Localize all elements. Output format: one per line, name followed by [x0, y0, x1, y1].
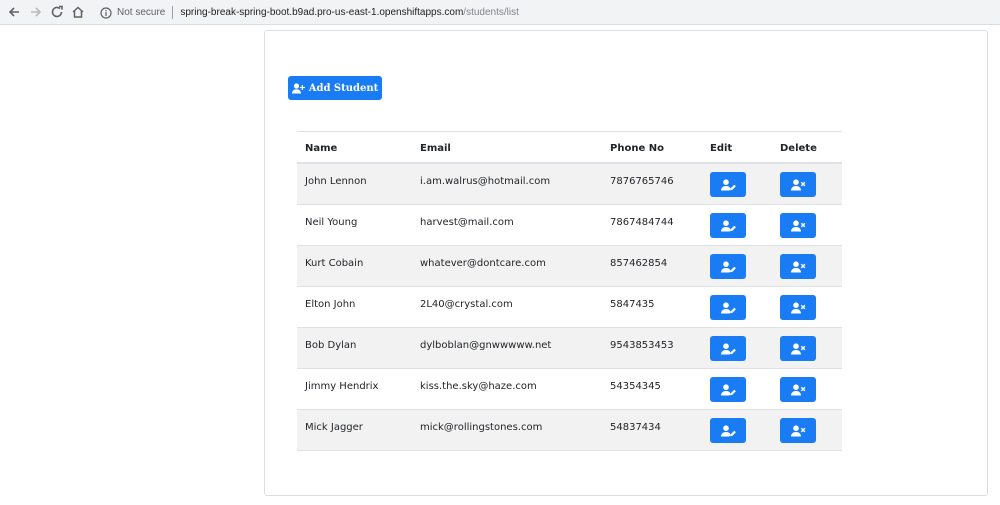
user-remove-icon	[790, 301, 805, 313]
table-body: John Lennon i.am.walrus@hotmail.com 7876…	[297, 164, 842, 451]
table-row: Jimmy Hendrix kiss.the.sky@haze.com 5435…	[297, 369, 842, 410]
cell-name: Neil Young	[305, 217, 358, 228]
cell-email: harvest@mail.com	[420, 217, 514, 228]
user-edit-icon	[720, 260, 736, 272]
cell-email: 2L40@crystal.com	[420, 299, 513, 310]
delete-button[interactable]	[780, 172, 816, 197]
user-remove-icon	[790, 178, 805, 190]
user-remove-icon	[790, 342, 805, 354]
user-edit-icon	[720, 301, 736, 313]
cell-phone: 54354345	[610, 381, 661, 392]
delete-button[interactable]	[780, 377, 816, 402]
table-row: Bob Dylan dylboblan@gnwwwww.net 95438534…	[297, 328, 842, 369]
user-edit-icon	[720, 424, 736, 436]
add-student-button[interactable]: Add Student	[288, 76, 382, 100]
url-text[interactable]: spring-break-spring-boot.b9ad.pro-us-eas…	[180, 7, 519, 18]
cell-phone: 5847435	[610, 299, 655, 310]
delete-button[interactable]	[780, 336, 816, 361]
cell-name: Bob Dylan	[305, 340, 357, 351]
delete-button[interactable]	[780, 254, 816, 279]
forward-arrow-icon[interactable]	[28, 4, 44, 20]
user-edit-icon	[720, 342, 736, 354]
delete-button[interactable]	[780, 213, 816, 238]
table-header: Name Email Phone No Edit Delete	[297, 131, 842, 164]
delete-button[interactable]	[780, 418, 816, 443]
edit-button[interactable]	[710, 336, 746, 361]
cell-name: Elton John	[305, 299, 356, 310]
user-remove-icon	[790, 260, 805, 272]
browser-toolbar: Not secure spring-break-spring-boot.b9ad…	[0, 0, 1000, 25]
edit-button[interactable]	[710, 418, 746, 443]
back-arrow-icon[interactable]	[6, 4, 22, 20]
cell-phone: 7876765746	[610, 176, 674, 187]
cell-email: whatever@dontcare.com	[420, 258, 546, 269]
user-remove-icon	[790, 219, 805, 231]
user-remove-icon	[790, 424, 805, 436]
edit-button[interactable]	[710, 254, 746, 279]
delete-button[interactable]	[780, 295, 816, 320]
reload-icon[interactable]	[49, 4, 65, 20]
cell-email: mick@rollingstones.com	[420, 422, 543, 433]
table-row: Kurt Cobain whatever@dontcare.com 857462…	[297, 246, 842, 287]
cell-email: dylboblan@gnwwwww.net	[420, 340, 552, 351]
home-icon[interactable]	[70, 4, 86, 20]
user-edit-icon	[720, 383, 736, 395]
table-row: Elton John 2L40@crystal.com 5847435	[297, 287, 842, 328]
omnibox-divider	[172, 6, 174, 19]
students-table: Name Email Phone No Edit Delete John Len…	[297, 131, 842, 451]
security-label: Not secure	[117, 7, 166, 18]
cell-email: i.am.walrus@hotmail.com	[420, 176, 551, 187]
header-email: Email	[420, 143, 451, 154]
edit-button[interactable]	[710, 172, 746, 197]
table-row: John Lennon i.am.walrus@hotmail.com 7876…	[297, 164, 842, 205]
address-bar[interactable]: Not secure spring-break-spring-boot.b9ad…	[90, 3, 1000, 22]
cell-phone: 857462854	[610, 258, 668, 269]
edit-button[interactable]	[710, 377, 746, 402]
header-phone: Phone No	[610, 143, 664, 154]
cell-phone: 54837434	[610, 422, 661, 433]
cell-email: kiss.the.sky@haze.com	[420, 381, 537, 392]
url-path: /students/list	[463, 7, 519, 18]
table-row: Neil Young harvest@mail.com 7867484744	[297, 205, 842, 246]
cell-phone: 7867484744	[610, 217, 674, 228]
user-remove-icon	[790, 383, 805, 395]
cell-name: Kurt Cobain	[305, 258, 364, 269]
cell-phone: 9543853453	[610, 340, 674, 351]
user-edit-icon	[720, 178, 736, 190]
cell-name: Mick Jagger	[305, 422, 363, 433]
header-name: Name	[305, 143, 338, 154]
cell-name: John Lennon	[305, 176, 367, 187]
header-edit: Edit	[710, 143, 733, 154]
user-plus-icon	[291, 82, 305, 93]
url-host: spring-break-spring-boot.b9ad.pro-us-eas…	[180, 7, 464, 18]
info-icon[interactable]	[100, 6, 112, 19]
header-delete: Delete	[780, 143, 817, 154]
edit-button[interactable]	[710, 295, 746, 320]
cell-name: Jimmy Hendrix	[305, 381, 379, 392]
user-edit-icon	[720, 219, 736, 231]
edit-button[interactable]	[710, 213, 746, 238]
add-student-label: Add Student	[308, 82, 379, 94]
table-row: Mick Jagger mick@rollingstones.com 54837…	[297, 410, 842, 451]
